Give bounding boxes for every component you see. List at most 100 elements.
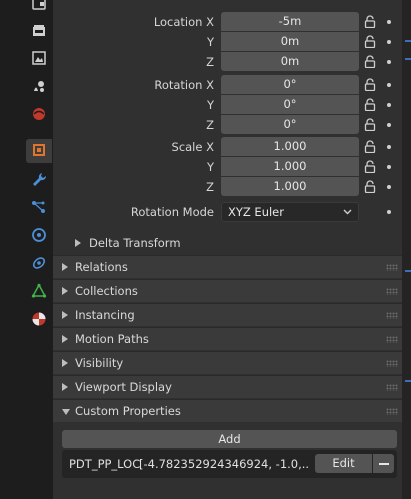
lock-icon[interactable] — [364, 15, 376, 28]
rotation-x-row: Rotation X 0° — [53, 75, 402, 95]
object-data-icon — [31, 282, 47, 302]
tab-object-data[interactable] — [26, 280, 52, 304]
property-name: PDT_PP_LOC — [69, 457, 141, 471]
constraints-icon — [31, 255, 47, 274]
scale-y-field[interactable]: 1.000 — [221, 157, 359, 176]
drag-grip-icon[interactable] — [386, 384, 398, 391]
material-icon — [31, 311, 47, 330]
object-icon — [31, 142, 47, 161]
keyframe-dot-icon[interactable] — [387, 20, 391, 24]
lock-icon[interactable] — [364, 78, 376, 91]
rotation-z-field[interactable]: 0° — [221, 115, 359, 134]
location-z-row: Z 0m — [53, 52, 402, 72]
location-x-field[interactable]: -5m — [221, 12, 359, 31]
keyframe-dot-icon[interactable] — [387, 145, 391, 149]
tool-icon — [31, 0, 47, 16]
keyframe-dot-icon[interactable] — [387, 185, 391, 189]
section-title: Custom Properties — [75, 404, 181, 418]
drag-grip-icon[interactable] — [386, 312, 398, 319]
tab-output[interactable] — [26, 47, 52, 71]
expand-triangle-icon — [62, 359, 68, 367]
rotation-x-field[interactable]: 0° — [221, 75, 359, 94]
drag-grip-icon[interactable] — [386, 336, 398, 343]
property-value: [-4.782352924346924, -1.0,... — [139, 457, 309, 471]
lock-icon[interactable] — [364, 140, 376, 153]
section-motion-paths[interactable]: Motion Paths — [53, 327, 402, 350]
rotation-z-row: Z 0° — [53, 115, 402, 135]
keyframe-dot-icon[interactable] — [387, 60, 391, 64]
lock-icon[interactable] — [364, 118, 376, 131]
physics-icon — [31, 227, 47, 246]
tab-material[interactable] — [26, 308, 52, 332]
section-collections[interactable]: Collections — [53, 279, 402, 302]
section-custom-properties[interactable]: Custom Properties — [53, 399, 402, 422]
expand-triangle-icon — [62, 263, 68, 271]
section-viewport-display[interactable]: Viewport Display — [53, 375, 402, 398]
region-marker — [405, 40, 411, 42]
scale-x-field[interactable]: 1.000 — [221, 137, 359, 156]
modifier-wrench-icon — [31, 171, 47, 190]
lock-icon[interactable] — [364, 55, 376, 68]
location-y-field[interactable]: 0m — [221, 32, 359, 51]
drag-grip-icon[interactable] — [386, 360, 398, 367]
expand-triangle-icon — [62, 335, 68, 343]
tab-render[interactable] — [26, 20, 52, 44]
scale-y-row: Y 1.000 — [53, 157, 402, 177]
drag-grip-icon[interactable] — [386, 264, 398, 271]
expand-triangle-icon — [75, 239, 81, 247]
section-title: Viewport Display — [75, 380, 172, 394]
lock-icon[interactable] — [364, 35, 376, 48]
custom-properties-body: Add PDT_PP_LOC [-4.782352924346924, -1.0… — [53, 422, 402, 499]
lock-icon[interactable] — [364, 98, 376, 111]
rotation-y-label: Y — [206, 98, 214, 112]
panel-edge-strip — [402, 0, 411, 499]
rotation-x-label: Rotation X — [154, 78, 214, 92]
remove-property-button[interactable] — [373, 454, 394, 473]
keyframe-dot-icon[interactable] — [387, 165, 391, 169]
keyframe-dot-icon[interactable] — [387, 123, 391, 127]
keyframe-dot-icon[interactable] — [387, 103, 391, 107]
render-icon — [31, 23, 47, 42]
lock-icon[interactable] — [364, 180, 376, 193]
expand-triangle-icon — [62, 383, 68, 391]
scale-z-field[interactable]: 1.000 — [221, 177, 359, 196]
particles-icon — [31, 199, 47, 218]
location-y-row: Y 0m — [53, 32, 402, 52]
section-instancing[interactable]: Instancing — [53, 303, 402, 326]
tab-tool[interactable] — [26, 0, 52, 18]
scale-y-label: Y — [206, 160, 214, 174]
location-z-field[interactable]: 0m — [221, 52, 359, 71]
tab-object[interactable] — [26, 139, 52, 163]
scale-z-label: Z — [206, 180, 214, 194]
tab-scene[interactable] — [26, 103, 52, 127]
rotation-mode-dropdown[interactable]: XYZ Euler — [221, 202, 359, 222]
output-icon — [31, 50, 47, 69]
rotation-mode-label: Rotation Mode — [130, 205, 214, 219]
location-x-label: Location X — [153, 15, 214, 29]
tab-view-layer[interactable] — [26, 75, 52, 99]
drag-grip-icon[interactable] — [386, 288, 398, 295]
tab-physics[interactable] — [26, 224, 52, 248]
section-title: Relations — [75, 260, 128, 274]
delta-transform-header[interactable]: Delta Transform — [53, 232, 402, 254]
expand-triangle-icon — [62, 311, 68, 319]
tab-particles[interactable] — [26, 196, 52, 220]
section-visibility[interactable]: Visibility — [53, 351, 402, 374]
drag-grip-icon[interactable] — [386, 408, 398, 415]
collapse-triangle-icon — [62, 409, 70, 415]
expand-triangle-icon — [62, 287, 68, 295]
rotation-y-field[interactable]: 0° — [221, 95, 359, 114]
add-property-button[interactable]: Add — [62, 430, 397, 448]
tab-modifiers[interactable] — [26, 168, 52, 192]
section-relations[interactable]: Relations — [53, 255, 402, 278]
rotation-z-label: Z — [206, 118, 214, 132]
object-properties-panel: Location X -5m Y 0m Z 0m Rotation X 0° Y… — [53, 0, 402, 499]
keyframe-dot-icon[interactable] — [387, 40, 391, 44]
lock-icon[interactable] — [364, 160, 376, 173]
keyframe-dot-icon[interactable] — [387, 83, 391, 87]
scale-x-row: Scale X 1.000 — [53, 137, 402, 157]
keyframe-dot-icon[interactable] — [387, 210, 391, 214]
edit-property-button[interactable]: Edit — [315, 454, 372, 473]
location-x-row: Location X -5m — [53, 12, 402, 32]
tab-constraints[interactable] — [26, 252, 52, 276]
